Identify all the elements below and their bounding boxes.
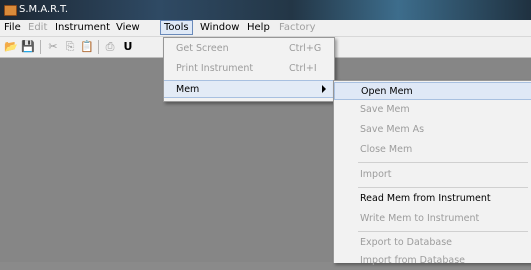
menu-window[interactable]: Window — [200, 22, 239, 33]
toolbar-separator — [98, 40, 99, 54]
paste-icon[interactable]: 📋 — [80, 40, 94, 54]
menu-factory[interactable]: Factory — [279, 22, 316, 33]
copy-icon[interactable]: ⎘ — [63, 40, 77, 54]
submenu-item-open-mem[interactable]: Open Mem — [334, 82, 531, 100]
submenu-item-label: Save Mem As — [360, 124, 425, 135]
submenu-item-import[interactable]: Import — [334, 166, 531, 184]
submenu-item-label: Read Mem from Instrument — [360, 193, 491, 204]
title-bar: S.M.A.R.T. — [0, 0, 531, 20]
menu-tools[interactable]: Tools — [160, 20, 193, 35]
open-folder-icon[interactable]: 📂 — [4, 40, 18, 54]
menu-separator — [358, 162, 528, 163]
submenu-item-label: Import — [360, 169, 392, 180]
menu-separator — [358, 231, 528, 232]
submenu-item-save-mem-as[interactable]: Save Mem As — [334, 121, 531, 139]
menu-edit[interactable]: Edit — [28, 22, 47, 33]
submenu-item-save-mem[interactable]: Save Mem — [334, 101, 531, 119]
submenu-item-close-mem[interactable]: Close Mem — [334, 141, 531, 159]
menu-view[interactable]: View — [116, 22, 140, 33]
menu-help[interactable]: Help — [247, 22, 270, 33]
u-icon[interactable]: U — [121, 40, 135, 54]
submenu-item-export-database[interactable]: Export to Database — [334, 234, 531, 252]
submenu-item-label: Write Mem to Instrument — [360, 213, 480, 224]
submenu-item-label: Close Mem — [360, 144, 413, 155]
menu-item-get-screen[interactable]: Get Screen Ctrl+G — [164, 40, 334, 58]
menu-item-shortcut: Ctrl+I — [289, 63, 317, 74]
menu-item-label: Get Screen — [176, 43, 229, 54]
submenu-item-label: Import from Database — [360, 255, 466, 266]
tools-menu-dropdown: Get Screen Ctrl+G Print Instrument Ctrl+… — [163, 37, 335, 102]
menu-file[interactable]: File — [4, 22, 21, 33]
menu-item-label: Mem — [176, 84, 200, 95]
submenu-arrow-icon — [322, 85, 326, 93]
submenu-item-label: Open Mem — [361, 86, 413, 97]
menu-item-print-instrument[interactable]: Print Instrument Ctrl+I — [164, 60, 334, 78]
menu-item-mem[interactable]: Mem — [164, 80, 334, 98]
mem-submenu: Open Mem Save Mem Save Mem As Close Mem … — [333, 80, 531, 266]
app-icon — [4, 5, 17, 16]
save-icon[interactable]: 💾 — [21, 40, 35, 54]
window-title: S.M.A.R.T. — [19, 4, 69, 15]
menu-item-label: Print Instrument — [176, 63, 254, 74]
submenu-item-label: Save Mem — [360, 104, 410, 115]
print-icon[interactable]: ⎙ — [103, 40, 117, 54]
cut-icon[interactable]: ✂ — [46, 40, 60, 54]
menu-separator — [358, 187, 528, 188]
menu-item-shortcut: Ctrl+G — [289, 43, 322, 54]
submenu-item-label: Export to Database — [360, 237, 453, 248]
menu-instrument[interactable]: Instrument — [55, 22, 110, 33]
menu-bar: File Edit Instrument View Tools Window H… — [0, 20, 531, 37]
submenu-item-write-mem[interactable]: Write Mem to Instrument — [334, 210, 531, 228]
submenu-item-read-mem[interactable]: Read Mem from Instrument — [334, 190, 531, 208]
toolbar-separator — [40, 40, 41, 54]
submenu-item-import-database[interactable]: Import from Database — [334, 252, 531, 270]
